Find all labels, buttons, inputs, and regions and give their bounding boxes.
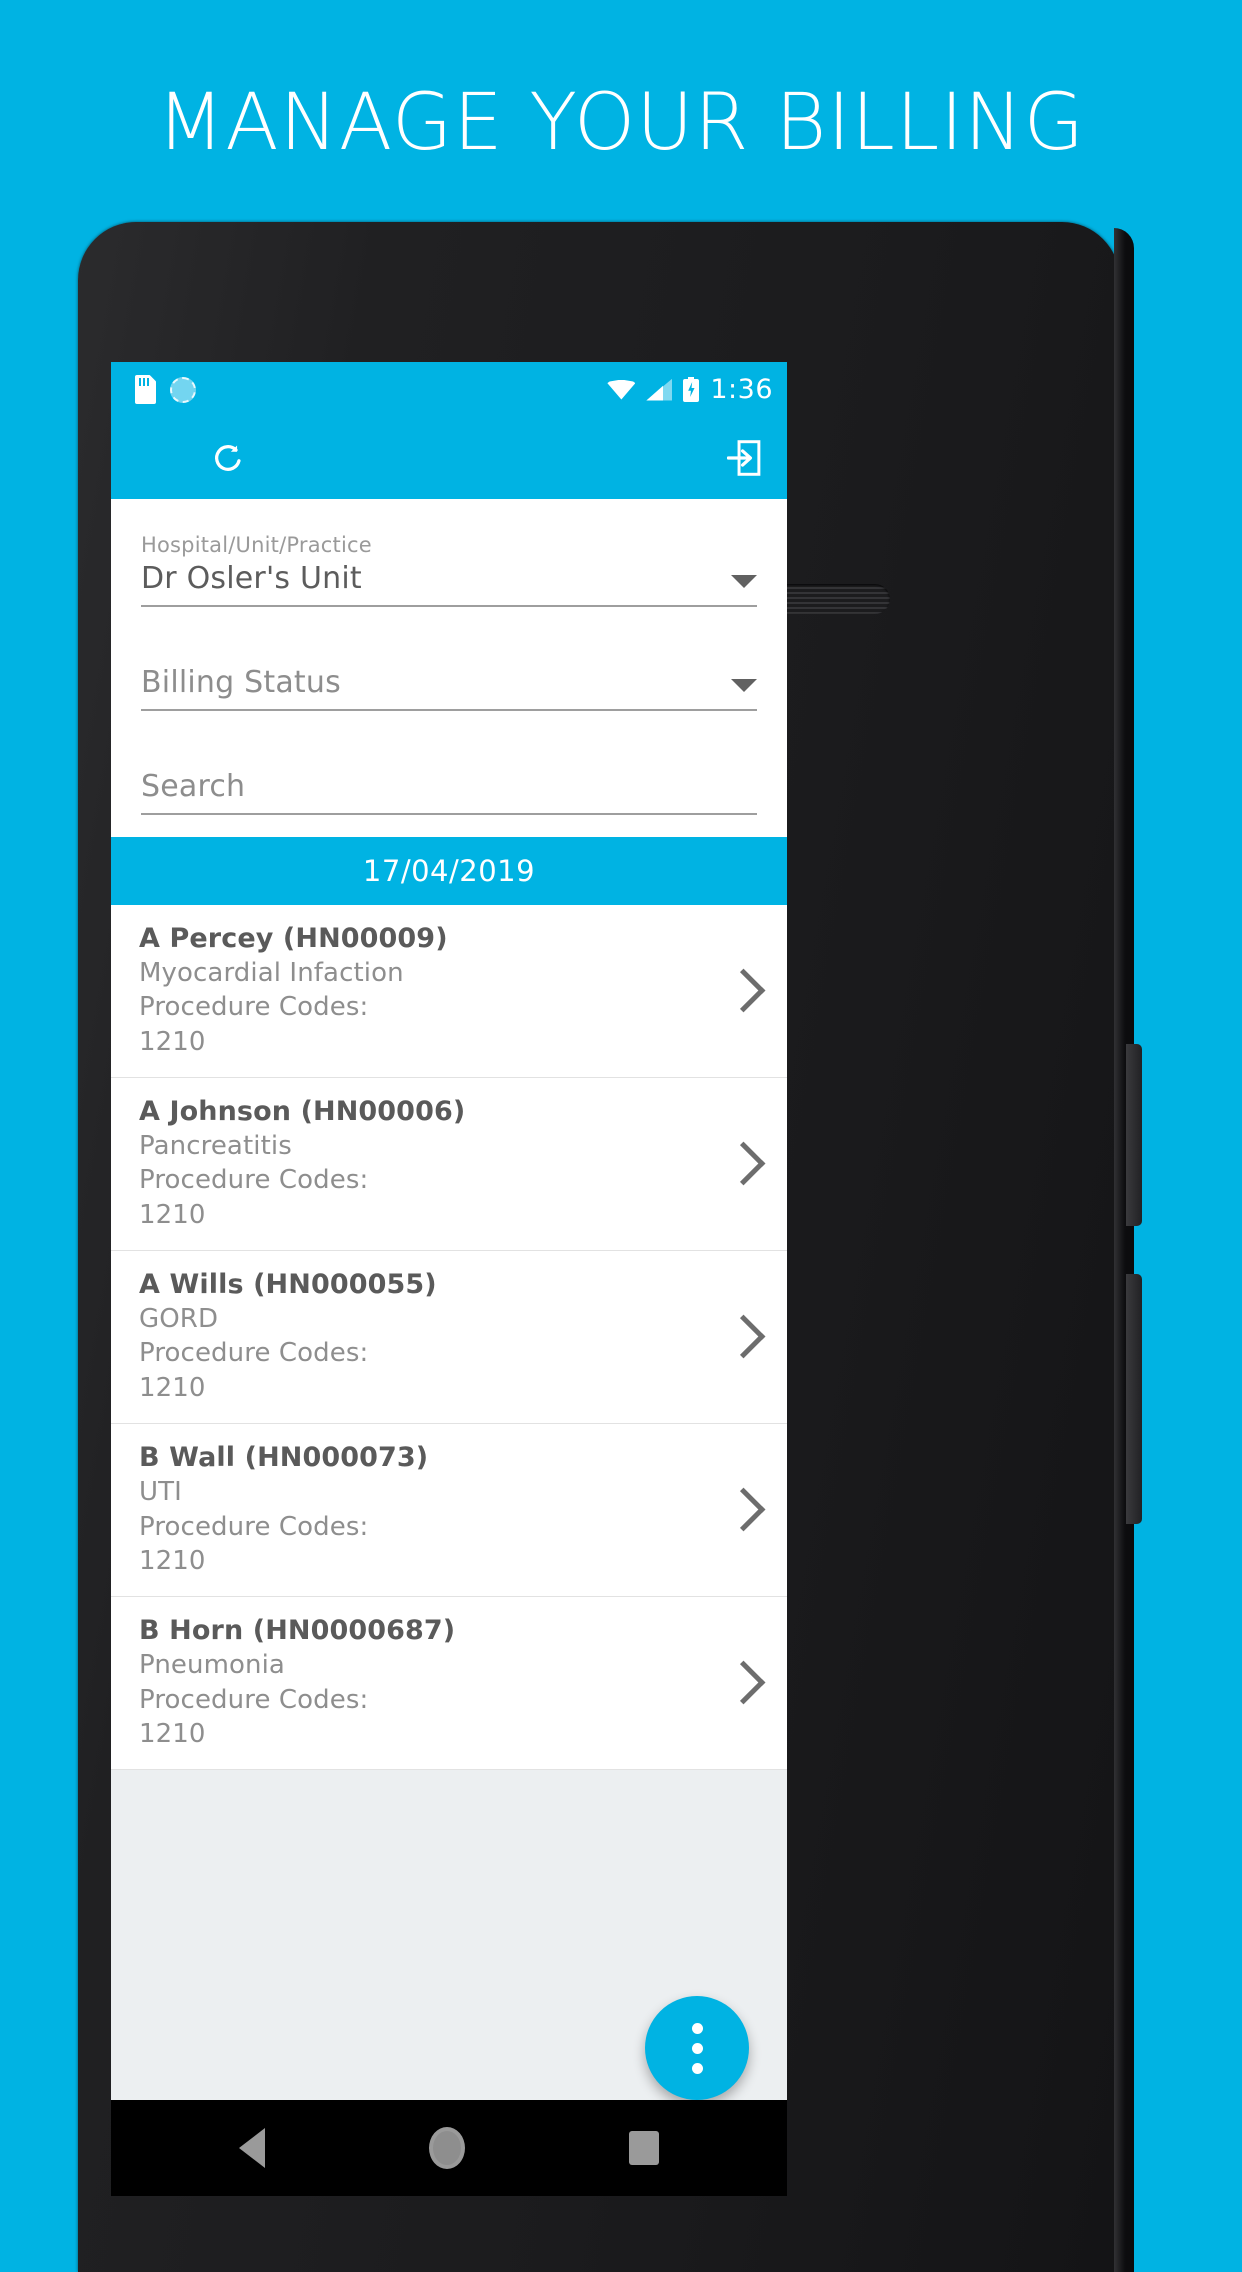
refresh-icon[interactable] [211, 441, 245, 475]
field-spacer-2 [141, 711, 757, 769]
power-button[interactable] [1126, 1044, 1142, 1226]
more-vert-icon [691, 2022, 703, 2034]
record-codes-label: Procedure Codes: [139, 1338, 369, 1369]
app-content: Hospital/Unit/Practice Dr Osler's Unit B… [111, 499, 787, 2196]
chevron-down-icon [731, 575, 757, 588]
record-codes: 1210 [139, 1718, 206, 1749]
logout-icon[interactable] [727, 439, 761, 477]
billing-status-select-field[interactable]: Billing Status [141, 665, 757, 711]
unit-select-field[interactable]: Hospital/Unit/Practice Dr Osler's Unit [141, 533, 757, 607]
search-placeholder: Search [141, 769, 246, 804]
record-name: A Wills (HN000055) [139, 1269, 437, 1301]
record-codes-label: Procedure Codes: [139, 1165, 369, 1196]
record-codes-label: Procedure Codes: [139, 1684, 369, 1715]
hamburger-menu-icon[interactable] [141, 445, 179, 472]
search-input-field[interactable]: Search [141, 769, 757, 815]
chevron-right-icon [721, 1660, 766, 1705]
unit-select-value: Dr Osler's Unit [141, 561, 362, 596]
record-name: B Wall (HN000073) [139, 1442, 429, 1474]
more-vert-icon [691, 2042, 703, 2054]
table-row[interactable]: A Wills (HN000055) GORD Procedure Codes:… [111, 1251, 787, 1425]
phone-mockup: 1:36 Hospital/Unit/Practice Dr Osler's U… [78, 222, 1168, 2272]
wifi-icon [607, 379, 636, 400]
field-spacer-1 [141, 607, 757, 665]
chevron-right-icon [721, 1141, 766, 1185]
android-nav-bar [111, 2100, 787, 2196]
home-icon[interactable] [429, 2127, 465, 2169]
chevron-right-icon [721, 1487, 766, 1532]
cellular-signal-icon [646, 378, 673, 401]
status-bar-left [135, 375, 196, 404]
sd-card-icon [135, 375, 156, 404]
table-row[interactable]: A Percey (HN00009) Myocardial Infaction … [111, 905, 787, 1079]
app-toolbar [111, 417, 787, 499]
date-header: 17/04/2019 [111, 837, 787, 905]
phone-screen: 1:36 Hospital/Unit/Practice Dr Osler's U… [111, 362, 787, 2196]
phone-right-edge [1114, 228, 1134, 2272]
record-codes: 1210 [139, 1199, 206, 1230]
record-name: B Horn (HN0000687) [139, 1615, 456, 1647]
more-vert-icon [691, 2062, 703, 2074]
record-codes: 1210 [139, 1545, 206, 1576]
table-row[interactable]: B Wall (HN000073) UTI Procedure Codes: 1… [111, 1424, 787, 1598]
unit-select-label: Hospital/Unit/Practice [141, 533, 372, 557]
billing-status-placeholder: Billing Status [141, 665, 341, 700]
table-row[interactable]: B Horn (HN0000687) Pneumonia Procedure C… [111, 1597, 787, 1771]
record-diagnosis: Pneumonia [139, 1650, 285, 1681]
status-bar-right: 1:36 [607, 374, 773, 405]
recents-icon[interactable] [629, 2131, 659, 2165]
record-codes-label: Procedure Codes: [139, 992, 369, 1023]
record-name: A Johnson (HN00006) [139, 1096, 466, 1128]
record-codes: 1210 [139, 1372, 206, 1403]
status-bar: 1:36 [111, 362, 787, 417]
record-diagnosis: GORD [139, 1304, 219, 1335]
record-diagnosis: Pancreatitis [139, 1131, 292, 1162]
record-name: A Percey (HN00009) [139, 923, 448, 954]
battery-charging-icon [683, 377, 700, 402]
table-row[interactable]: A Johnson (HN00006) Pancreatitis Procedu… [111, 1078, 787, 1252]
status-bar-clock: 1:36 [710, 374, 773, 405]
chevron-down-icon [731, 679, 757, 692]
more-options-fab[interactable] [645, 1996, 749, 2100]
sync-icon [170, 376, 196, 403]
chevron-right-icon [721, 968, 766, 1012]
page-title: MANAGE YOUR BILLING [156, 78, 1086, 168]
record-codes: 1210 [139, 1026, 206, 1057]
volume-button[interactable] [1126, 1274, 1142, 1524]
record-diagnosis: UTI [139, 1477, 182, 1508]
record-list: A Percey (HN00009) Myocardial Infaction … [111, 905, 787, 1771]
record-codes-label: Procedure Codes: [139, 1511, 369, 1542]
filter-card: Hospital/Unit/Practice Dr Osler's Unit B… [111, 499, 787, 837]
chevron-right-icon [721, 1314, 766, 1358]
record-diagnosis: Myocardial Infaction [139, 958, 404, 989]
back-icon[interactable] [239, 2128, 265, 2168]
